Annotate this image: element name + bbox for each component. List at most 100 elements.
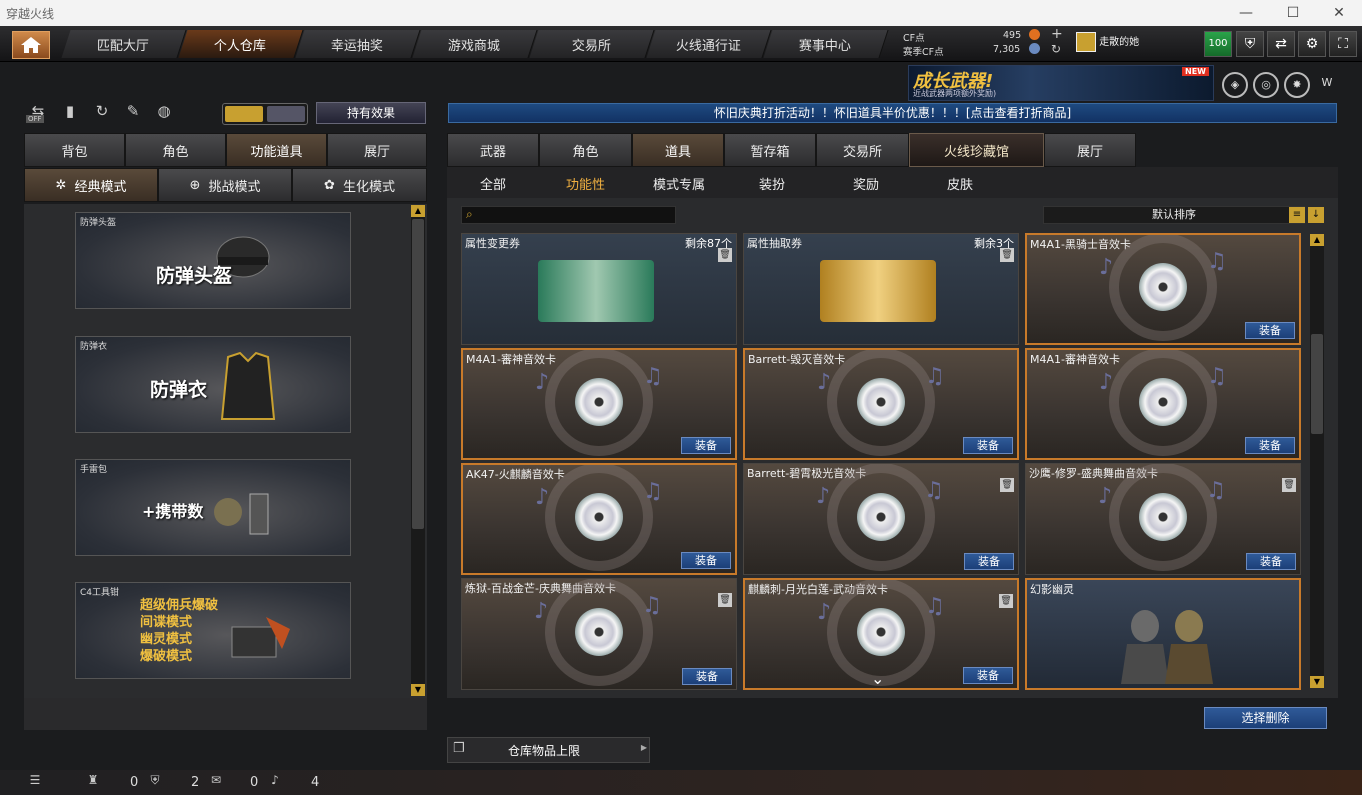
nav-tab-exchange[interactable]: 交易所 bbox=[529, 30, 655, 58]
item-card[interactable]: 沙鹰-修罗-盛典舞曲音效卡 🗑 ♪ ♫ 装备 bbox=[1025, 463, 1301, 575]
brand-icon[interactable]: W bbox=[1314, 72, 1340, 98]
item-card[interactable]: 属性抽取券 剩余3个 🗑 bbox=[743, 233, 1019, 345]
menu-icon[interactable]: ☰ bbox=[26, 773, 44, 791]
toggle-icon[interactable]: OFF ⇆ bbox=[26, 102, 50, 124]
tab-display[interactable]: 展厅 bbox=[1044, 133, 1136, 167]
level-badge[interactable]: 100 bbox=[1204, 31, 1232, 57]
tab-trade[interactable]: 交易所 bbox=[816, 133, 909, 167]
item-card[interactable]: Barrett-碧霄极光音效卡 🗑 ♪ ♫ 装备 bbox=[743, 463, 1019, 575]
trash-icon[interactable]: 🗑 bbox=[1000, 248, 1014, 262]
nav-tab-lottery[interactable]: 幸运抽奖 bbox=[295, 30, 421, 58]
item-card[interactable]: 麒麟刺-月光白莲-武动音效卡 🗑 ♪ ♫ ⌄ 装备 bbox=[743, 578, 1019, 690]
item-card[interactable]: M4A1-審神音效卡 ♪ ♫ 装备 bbox=[461, 348, 737, 460]
recycle-icon[interactable]: ↻ bbox=[90, 102, 114, 124]
search-input[interactable]: ⌕ bbox=[461, 206, 676, 224]
equip-button[interactable]: 装备 bbox=[964, 553, 1014, 570]
add-icon[interactable]: + bbox=[1051, 26, 1063, 42]
settings-icon[interactable]: ⚙ bbox=[1298, 31, 1326, 57]
sort-direction-icon[interactable]: ↓ bbox=[1308, 207, 1324, 223]
tools-icon[interactable]: ✎ bbox=[121, 102, 145, 124]
item-card[interactable]: 炼狱-百战金芒-庆典舞曲音效卡 🗑 ♪ ♫ 装备 bbox=[461, 578, 737, 690]
scroll-down-icon[interactable]: ▼ bbox=[1310, 676, 1324, 688]
nav-tab-pass[interactable]: 火线通行证 bbox=[646, 30, 772, 58]
item-card[interactable]: 属性变更券 剩余87个 🗑 bbox=[461, 233, 737, 345]
equip-button[interactable]: 装备 bbox=[681, 437, 731, 454]
trash-icon[interactable]: 🗑 bbox=[718, 248, 732, 262]
scroll-up-icon[interactable]: ▲ bbox=[1310, 234, 1324, 246]
notice-bar[interactable]: 怀旧庆典打折活动！！怀旧道具半价优惠！！！[点击查看打折商品] bbox=[448, 103, 1337, 123]
sort-select[interactable]: 默认排序 bbox=[1043, 206, 1305, 224]
fullscreen-icon[interactable]: ⛶ bbox=[1329, 31, 1357, 57]
trash-icon[interactable]: 🗑 bbox=[718, 593, 732, 607]
bag-icon[interactable]: ◍ bbox=[152, 102, 176, 124]
mode-classic[interactable]: ✲ 经典模式 bbox=[24, 168, 158, 202]
item-card-vest[interactable]: 防弹衣 防弹衣 bbox=[75, 336, 351, 433]
subtab-skin[interactable]: 皮肤 bbox=[947, 174, 973, 193]
tab-bag[interactable]: 背包 bbox=[24, 133, 125, 167]
maximize-icon[interactable]: ☐ bbox=[1283, 4, 1303, 22]
scroll-thumb[interactable] bbox=[412, 219, 424, 529]
trash-icon[interactable]: 🗑 bbox=[1000, 478, 1014, 492]
trash-icon[interactable]: 🗑 bbox=[1282, 478, 1296, 492]
equip-button[interactable]: 装备 bbox=[1245, 437, 1295, 454]
clan-shield-icon[interactable]: ⛨ bbox=[146, 773, 164, 791]
subtab-cosmetic[interactable]: 装扮 bbox=[759, 174, 785, 193]
tab-characters[interactable]: 角色 bbox=[539, 133, 632, 167]
badge-icon[interactable]: ✸ bbox=[1284, 72, 1310, 98]
item-card[interactable]: M4A1-審神音效卡 ♪ ♫ 装备 bbox=[1025, 348, 1301, 460]
trash-icon[interactable]: 🗑 bbox=[999, 594, 1013, 608]
tab-weapons[interactable]: 武器 bbox=[447, 133, 539, 167]
item-card-c4[interactable]: C4工具钳 超级佣兵爆破 间谍模式 幽灵模式 爆破模式 bbox=[75, 582, 351, 679]
scroll-up-icon[interactable]: ▲ bbox=[411, 205, 425, 217]
tab-collection[interactable]: 火线珍藏馆 bbox=[909, 133, 1044, 167]
subtab-all[interactable]: 全部 bbox=[480, 174, 506, 193]
chat-icon[interactable]: ✉ bbox=[207, 773, 225, 791]
promo-banner[interactable]: 成长武器! 近战武器两项额外奖励) NEW bbox=[908, 65, 1214, 101]
equip-button[interactable]: 装备 bbox=[1245, 322, 1295, 339]
home-button[interactable] bbox=[12, 31, 50, 59]
nav-tab-match[interactable]: 匹配大厅 bbox=[61, 30, 187, 58]
batch-delete-button[interactable]: 选择删除 bbox=[1204, 707, 1327, 729]
close-icon[interactable]: ✕ bbox=[1329, 4, 1349, 22]
item-card[interactable]: Barrett-毁灭音效卡 ♪ ♫ 装备 bbox=[743, 348, 1019, 460]
item-card[interactable]: 幻影幽灵 bbox=[1025, 578, 1301, 690]
speaker-icon[interactable]: ♪ bbox=[266, 773, 284, 791]
nav-tab-shop[interactable]: 游戏商城 bbox=[412, 30, 538, 58]
item-card-grenade[interactable]: 手雷包 +携带数 bbox=[75, 459, 351, 556]
list-view-icon[interactable]: ≡ bbox=[1289, 207, 1305, 223]
equip-button[interactable]: 装备 bbox=[963, 437, 1013, 454]
nav-tab-warehouse[interactable]: 个人仓库 bbox=[178, 30, 304, 58]
tab-items[interactable]: 道具 bbox=[632, 133, 724, 167]
ranking-icon[interactable]: ▮ bbox=[58, 102, 82, 124]
expand-icon[interactable]: ▶ bbox=[641, 743, 647, 752]
subtab-reward[interactable]: 奖励 bbox=[853, 174, 879, 193]
minimize-icon[interactable]: — bbox=[1236, 4, 1256, 22]
chevron-down-icon[interactable]: ⌄ bbox=[871, 669, 884, 688]
shield-icon[interactable]: ⛨ bbox=[1236, 31, 1264, 57]
effects-toggle[interactable] bbox=[222, 103, 308, 125]
nav-tab-events[interactable]: 赛事中心 bbox=[763, 30, 889, 58]
tab-storage[interactable]: 暂存箱 bbox=[724, 133, 816, 167]
capacity-bar[interactable]: ❒ 仓库物品上限 ▶ bbox=[447, 737, 650, 763]
item-card[interactable]: M4A1-黑骑士音效卡 ♪ ♫ 装备 bbox=[1025, 233, 1301, 345]
equip-button[interactable]: 装备 bbox=[963, 667, 1013, 684]
tab-function-items[interactable]: 功能道具 bbox=[226, 133, 327, 167]
mode-zombie[interactable]: ✿ 生化模式 bbox=[292, 168, 427, 202]
scroll-down-icon[interactable]: ▼ bbox=[411, 684, 425, 696]
equip-button[interactable]: 装备 bbox=[1246, 553, 1296, 570]
subtab-functional[interactable]: 功能性 bbox=[566, 174, 605, 193]
tab-role[interactable]: 角色 bbox=[125, 133, 226, 167]
mode-challenge[interactable]: ⊕ 挑战模式 bbox=[158, 168, 292, 202]
right-scrollbar[interactable]: ▲ ▼ bbox=[1310, 234, 1324, 688]
clan-icon[interactable]: ◈ bbox=[1222, 72, 1248, 98]
equip-button[interactable]: 装备 bbox=[681, 552, 731, 569]
refresh-icon[interactable]: ↻ bbox=[1051, 42, 1061, 56]
tab-showroom[interactable]: 展厅 bbox=[327, 133, 427, 167]
effects-button[interactable]: 持有效果 bbox=[316, 102, 426, 124]
scroll-thumb[interactable] bbox=[1311, 334, 1323, 434]
item-card-helmet[interactable]: 防弹头盔 防弹头盔 bbox=[75, 212, 351, 309]
left-scrollbar[interactable]: ▲ ▼ bbox=[411, 205, 425, 696]
equip-button[interactable]: 装备 bbox=[682, 668, 732, 685]
exit-icon[interactable]: ⇄ bbox=[1267, 31, 1295, 57]
item-card[interactable]: AK47-火麒麟音效卡 ♪ ♫ 装备 bbox=[461, 463, 737, 575]
